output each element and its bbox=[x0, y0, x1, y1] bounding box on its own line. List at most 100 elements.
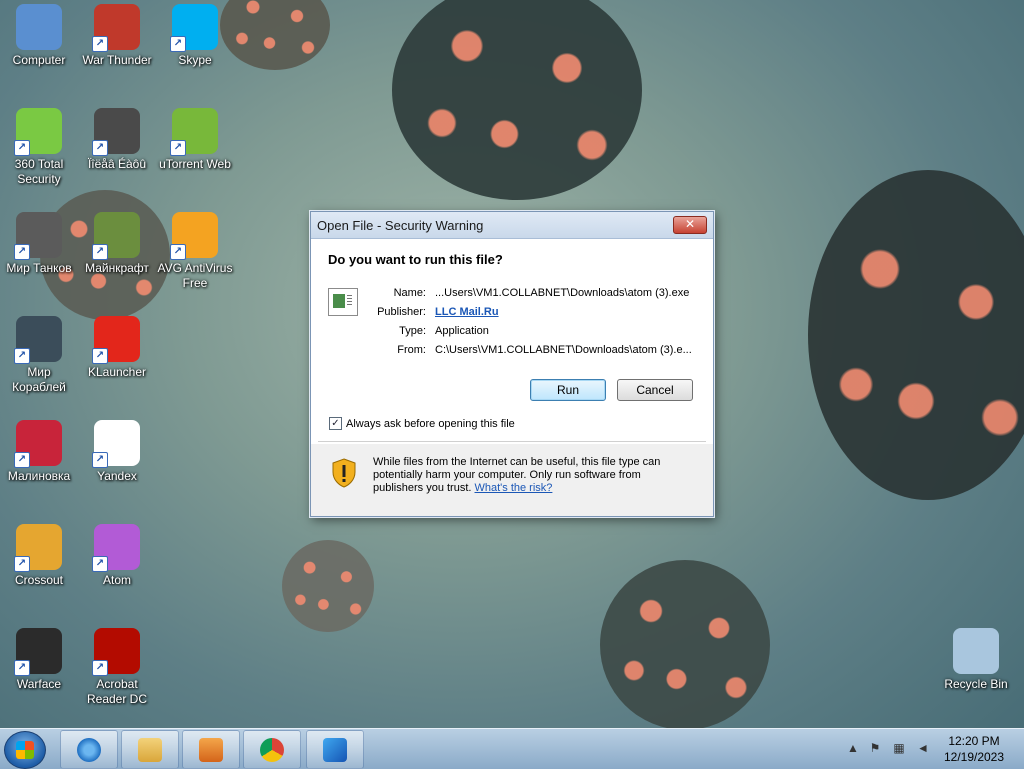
shortcut-arrow-icon: ↗ bbox=[170, 36, 186, 52]
shield-warning-icon bbox=[332, 458, 356, 488]
always-ask-checkbox[interactable]: ✓ bbox=[329, 417, 342, 430]
desktop-icon-label: Мир Танков bbox=[6, 261, 72, 275]
run-button[interactable]: Run bbox=[530, 379, 606, 401]
desktop-icon-label: Atom bbox=[102, 573, 131, 587]
wallpaper-virus bbox=[220, 0, 330, 70]
clock-date: 12/19/2023 bbox=[943, 750, 1005, 764]
shortcut-arrow-icon: ↗ bbox=[14, 348, 30, 364]
desktop-icon-recycle-bin[interactable]: Recycle Bin bbox=[937, 628, 1015, 692]
dialog-titlebar[interactable]: Open File - Security Warning bbox=[311, 212, 713, 239]
desktop-icon-label: AVG AntiVirus Free bbox=[157, 261, 233, 290]
dialog-question: Do you want to run this file? bbox=[328, 252, 503, 267]
desktop-icon-мир-танков[interactable]: ↗ Мир Танков bbox=[0, 212, 78, 276]
taskbar-chrome[interactable] bbox=[243, 730, 301, 769]
close-button[interactable]: ✕ bbox=[673, 216, 707, 234]
desktop-icon-label: Warface bbox=[16, 677, 62, 691]
desktop-icon-label: Ïîëåâ Éàôû bbox=[87, 157, 147, 171]
file-icon bbox=[328, 288, 358, 316]
always-ask-label: Always ask before opening this file bbox=[346, 417, 515, 430]
volume-muted-icon[interactable]: ◄ bbox=[916, 741, 930, 755]
app-icon: ↗ bbox=[170, 108, 218, 156]
desktop-icon-мир-кораблей[interactable]: ↗ Мир Кораблей bbox=[0, 316, 78, 395]
desktop-icon-acrobat-reader-dc[interactable]: ↗ Acrobat Reader DC bbox=[78, 628, 156, 707]
app-icon: ↗ bbox=[92, 108, 140, 156]
chrome-icon bbox=[260, 738, 284, 762]
desktop-icon-skype[interactable]: ↗ Skype bbox=[156, 4, 234, 68]
type-value: Application bbox=[435, 325, 489, 337]
desktop-icon-label: Acrobat Reader DC bbox=[86, 677, 148, 706]
shortcut-arrow-icon: ↗ bbox=[170, 140, 186, 156]
publisher-label: Publisher: bbox=[377, 306, 426, 318]
desktop-icon-war-thunder[interactable]: ↗ War Thunder bbox=[78, 4, 156, 68]
desktop-icon-малиновка[interactable]: ↗ Малиновка bbox=[0, 420, 78, 484]
desktop-icon-label: Yandex bbox=[97, 469, 137, 483]
wallpaper-virus bbox=[392, 0, 642, 200]
desktop-icon-label: War Thunder bbox=[82, 53, 152, 67]
desktop-icon-майнкрафт[interactable]: ↗ Майнкрафт bbox=[78, 212, 156, 276]
desktop-icon-label: Малиновка bbox=[7, 469, 71, 483]
app-icon: ↗ bbox=[92, 628, 140, 676]
app-icon: ↗ bbox=[92, 212, 140, 260]
desktop-icon-label: Мир Кораблей bbox=[12, 365, 66, 394]
whats-the-risk-link[interactable]: What's the risk? bbox=[475, 482, 553, 494]
internet-explorer-icon bbox=[77, 738, 101, 762]
folder-icon bbox=[138, 738, 162, 762]
taskbar-file-explorer[interactable] bbox=[121, 730, 179, 769]
app-icon bbox=[16, 4, 62, 50]
desktop-icon-label: Skype bbox=[178, 53, 212, 67]
app-icon: ↗ bbox=[14, 316, 62, 364]
taskbar-media-player[interactable] bbox=[182, 730, 240, 769]
app-icon: ↗ bbox=[92, 524, 140, 572]
desktop-icon-label: KLauncher bbox=[87, 365, 147, 379]
desktop-icon-360-total-security[interactable]: ↗ 360 Total Security bbox=[0, 108, 78, 187]
wallpaper-virus bbox=[808, 170, 1024, 500]
shortcut-arrow-icon: ↗ bbox=[14, 140, 30, 156]
shortcut-arrow-icon: ↗ bbox=[92, 244, 108, 260]
shortcut-arrow-icon: ↗ bbox=[14, 660, 30, 676]
wallpaper-virus bbox=[282, 540, 374, 632]
taskbar-app-installer[interactable] bbox=[306, 730, 364, 769]
desktop-icon-utorrent-web[interactable]: ↗ uTorrent Web bbox=[156, 108, 234, 172]
type-label: Type: bbox=[399, 325, 426, 337]
app-icon: ↗ bbox=[92, 4, 140, 52]
desktop-icon-crossout[interactable]: ↗ Crossout bbox=[0, 524, 78, 588]
from-label: From: bbox=[397, 344, 426, 356]
shortcut-arrow-icon: ↗ bbox=[92, 556, 108, 572]
wallpaper-virus bbox=[600, 560, 770, 730]
always-ask-option[interactable]: ✓ Always ask before opening this file bbox=[329, 417, 515, 430]
desktop-icon-label: Crossout bbox=[14, 573, 64, 587]
desktop-icon--[interactable]: ↗ Ïîëåâ Éàôû bbox=[78, 108, 156, 172]
taskbar: ▲ ⚑ ▦ ◄ 12:20 PM 12/19/2023 bbox=[0, 728, 1024, 769]
app-icon: ↗ bbox=[92, 316, 140, 364]
start-button[interactable] bbox=[4, 731, 46, 769]
desktop-icon-computer[interactable]: Computer bbox=[0, 4, 78, 68]
desktop-icon-klauncher[interactable]: ↗ KLauncher bbox=[78, 316, 156, 380]
app-icon: ↗ bbox=[92, 420, 140, 468]
separator bbox=[318, 441, 706, 442]
warning-text-block: While files from the Internet can be use… bbox=[373, 456, 688, 495]
shortcut-arrow-icon: ↗ bbox=[92, 348, 108, 364]
shortcut-arrow-icon: ↗ bbox=[14, 244, 30, 260]
app-icon: ↗ bbox=[14, 628, 62, 676]
shortcut-arrow-icon: ↗ bbox=[14, 556, 30, 572]
app-icon: ↗ bbox=[14, 524, 62, 572]
desktop-icon-label: 360 Total Security bbox=[14, 157, 64, 186]
desktop-icon-warface[interactable]: ↗ Warface bbox=[0, 628, 78, 692]
network-icon[interactable]: ▦ bbox=[892, 741, 906, 755]
warning-panel: While files from the Internet can be use… bbox=[311, 444, 713, 516]
taskbar-internet-explorer[interactable] bbox=[60, 730, 118, 769]
show-hidden-icons-icon[interactable]: ▲ bbox=[846, 741, 860, 755]
dialog-title: Open File - Security Warning bbox=[317, 217, 484, 233]
security-warning-dialog: Open File - Security Warning ✕ Do you wa… bbox=[310, 211, 714, 517]
desktop-icon-yandex[interactable]: ↗ Yandex bbox=[78, 420, 156, 484]
desktop-icon-atom[interactable]: ↗ Atom bbox=[78, 524, 156, 588]
desktop-icon-label: uTorrent Web bbox=[159, 157, 231, 171]
app-icon: ↗ bbox=[170, 212, 218, 260]
app-icon: ↗ bbox=[14, 420, 62, 468]
action-center-flag-icon[interactable]: ⚑ bbox=[868, 741, 882, 755]
app-icon: ↗ bbox=[170, 4, 218, 52]
cancel-button[interactable]: Cancel bbox=[617, 379, 693, 401]
publisher-link[interactable]: LLC Mail.Ru bbox=[435, 306, 499, 318]
desktop-icon-avg-antivirus-free[interactable]: ↗ AVG AntiVirus Free bbox=[156, 212, 234, 291]
clock[interactable]: 12:20 PM 12/19/2023 bbox=[939, 733, 1009, 765]
